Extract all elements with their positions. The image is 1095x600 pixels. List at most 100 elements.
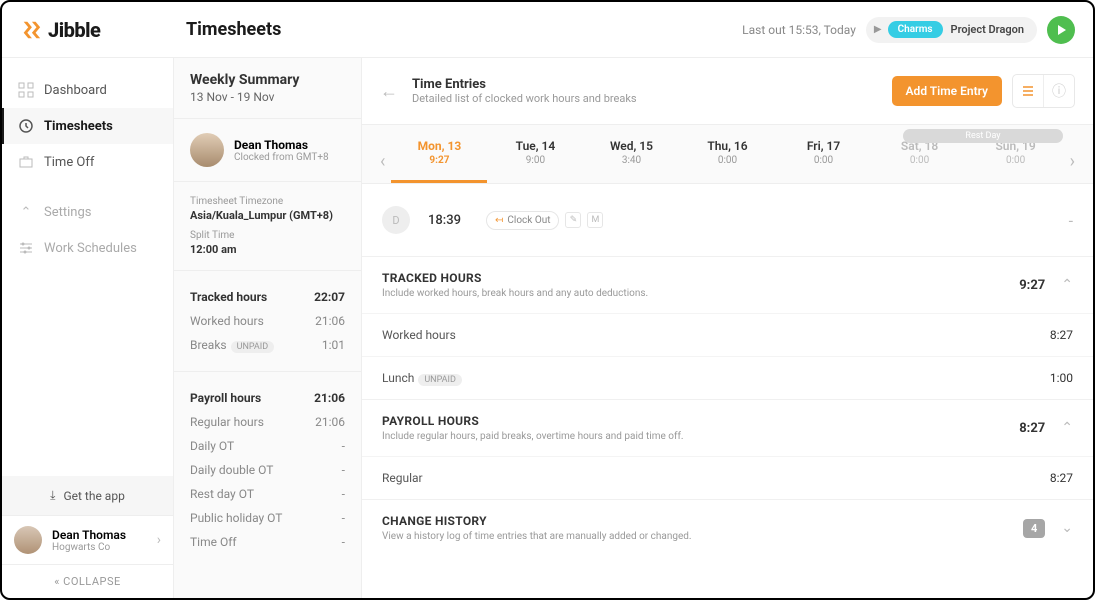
tz-label: Timesheet Timezone — [190, 196, 345, 207]
nav-work-schedules[interactable]: Work Schedules — [2, 230, 173, 266]
nav-settings[interactable]: ⌃ Settings — [2, 194, 173, 230]
content-subtitle: Detailed list of clocked work hours and … — [412, 92, 637, 105]
nav-time-off[interactable]: Time Off — [2, 144, 173, 180]
breaks-value: 1:01 — [322, 338, 345, 352]
day-time: 0:00 — [872, 155, 968, 166]
nav-label: Work Schedules — [44, 241, 137, 256]
day-tab[interactable]: Mon, 13 9:27 — [391, 139, 487, 183]
week-picker: Rest Day ‹ Mon, 13 9:27Tue, 14 9:00Wed, 15… — [362, 124, 1093, 184]
briefcase-icon — [18, 154, 34, 170]
nav-label: Settings — [44, 205, 91, 220]
day-label: Thu, 16 — [680, 139, 776, 153]
manual-badge: M — [587, 212, 603, 228]
chevron-left-icon: « — [54, 575, 60, 588]
get-app-label: Get the app — [63, 489, 124, 503]
change-history-section[interactable]: CHANGE HISTORY View a history log of tim… — [362, 499, 1093, 556]
day-label: Fri, 17 — [776, 139, 872, 153]
user-name: Dean Thomas — [52, 528, 126, 542]
entry-time: 18:39 — [428, 213, 476, 228]
note-icon[interactable]: ✎ — [565, 212, 581, 228]
back-button[interactable]: ← — [380, 81, 398, 102]
avatar — [14, 526, 42, 554]
payroll-value: 21:06 — [314, 391, 345, 405]
collapse-label: COLLAPSE — [63, 575, 121, 588]
clock-out-pill: ↤Clock Out — [486, 211, 559, 230]
summary-range: 13 Nov - 19 Nov — [190, 90, 345, 104]
clock-icon — [18, 118, 34, 134]
summary-panel: Weekly Summary 13 Nov - 19 Nov Dean Thom… — [174, 58, 362, 598]
project-name: Project Dragon — [951, 23, 1034, 36]
summary-user-name: Dean Thomas — [234, 138, 329, 152]
entry-avatar-initial: D — [382, 206, 410, 234]
chevron-up-icon[interactable]: ⌃ — [1061, 420, 1073, 436]
daily-double-ot-label: Daily double OT — [190, 463, 273, 477]
day-tab[interactable]: Tue, 14 9:00 — [487, 139, 583, 183]
payroll-label: Payroll hours — [190, 391, 261, 405]
view-toggle: ⓘ — [1012, 74, 1075, 108]
clock-out-icon: ↤ — [495, 215, 503, 226]
summary-clocked-from: Clocked from GMT+8 — [234, 152, 329, 163]
chevron-down-icon[interactable]: ⌄ — [1061, 520, 1073, 536]
split-label: Split Time — [190, 230, 345, 241]
top-bar: Jibble Timesheets Last out 15:53, Today … — [2, 2, 1093, 58]
tracked-total: 9:27 — [1019, 278, 1045, 293]
time-off-value: - — [342, 535, 345, 549]
logo-icon — [20, 19, 42, 41]
list-view-button[interactable] — [1013, 75, 1044, 107]
time-off-label: Time Off — [190, 535, 237, 549]
chevron-up-icon[interactable]: ⌃ — [1061, 277, 1073, 293]
nav-timesheets[interactable]: Timesheets — [2, 108, 173, 144]
split-value: 12:00 am — [190, 243, 345, 256]
tracked-hours-section[interactable]: TRACKED HOURS Include worked hours, brea… — [362, 256, 1093, 313]
time-entry-row[interactable]: D 18:39 ↤Clock Out ✎ M - — [362, 184, 1093, 256]
nav-dashboard[interactable]: Dashboard — [2, 72, 173, 108]
day-label: Mon, 13 — [391, 139, 487, 153]
tracked-label: Tracked hours — [190, 290, 267, 304]
history-count-badge: 4 — [1023, 519, 1045, 538]
public-holiday-ot-label: Public holiday OT — [190, 511, 282, 525]
grid-icon — [18, 82, 34, 98]
day-tab[interactable]: Sun, 190:00 — [968, 139, 1064, 183]
day-tab[interactable]: Fri, 170:00 — [776, 139, 872, 183]
day-tab[interactable]: Sat, 180:00 — [872, 139, 968, 183]
user-company: Hogwarts Co — [52, 542, 126, 553]
summary-title: Weekly Summary — [190, 72, 345, 88]
regular-row: Regular 8:27 — [362, 456, 1093, 499]
content-area: ← Time Entries Detailed list of clocked … — [362, 58, 1093, 598]
day-tab[interactable]: Thu, 16 0:00 — [680, 139, 776, 183]
page-title: Timesheets — [186, 19, 281, 40]
active-project-pill[interactable]: ▶ Charms Project Dragon — [866, 17, 1037, 43]
day-label: Tue, 14 — [487, 139, 583, 153]
payroll-hours-section[interactable]: PAYROLL HOURS Include regular hours, pai… — [362, 399, 1093, 456]
next-week-button[interactable]: › — [1064, 151, 1081, 172]
prev-week-button[interactable]: ‹ — [374, 151, 391, 172]
unpaid-badge: UNPAID — [418, 374, 462, 386]
nav-label: Dashboard — [44, 83, 107, 98]
info-button[interactable]: ⓘ — [1044, 75, 1074, 107]
worked-label: Worked hours — [190, 314, 264, 328]
day-time: 0:00 — [680, 155, 776, 166]
rest-day-pill: Rest Day — [903, 129, 1063, 143]
day-time: 9:00 — [487, 155, 583, 166]
content-title: Time Entries — [412, 77, 637, 92]
daily-double-ot-value: - — [342, 463, 345, 477]
nav-label: Timesheets — [44, 119, 113, 134]
tz-value: Asia/Kuala_Lumpur (GMT+8) — [190, 209, 345, 222]
unpaid-badge: UNPAID — [231, 341, 275, 353]
add-time-entry-button[interactable]: Add Time Entry — [892, 76, 1002, 106]
chevron-up-icon: ⌃ — [18, 204, 34, 220]
rest-day-ot-value: - — [342, 487, 345, 501]
user-switcher[interactable]: Dean Thomas Hogwarts Co › — [2, 515, 173, 564]
logo[interactable]: Jibble — [20, 18, 174, 42]
day-time: 9:27 — [391, 155, 487, 166]
last-out-text: Last out 15:53, Today — [742, 23, 856, 37]
day-tab[interactable]: Wed, 15 3:40 — [583, 139, 679, 183]
get-app-button[interactable]: ⤓ Get the app — [2, 476, 173, 515]
day-time: 3:40 — [583, 155, 679, 166]
day-label: Wed, 15 — [583, 139, 679, 153]
logo-text: Jibble — [48, 18, 100, 42]
collapse-button[interactable]: « COLLAPSE — [2, 564, 173, 598]
play-button[interactable] — [1047, 16, 1075, 44]
breaks-label: Breaks — [190, 338, 227, 352]
section-desc: Include regular hours, paid breaks, over… — [382, 431, 684, 442]
